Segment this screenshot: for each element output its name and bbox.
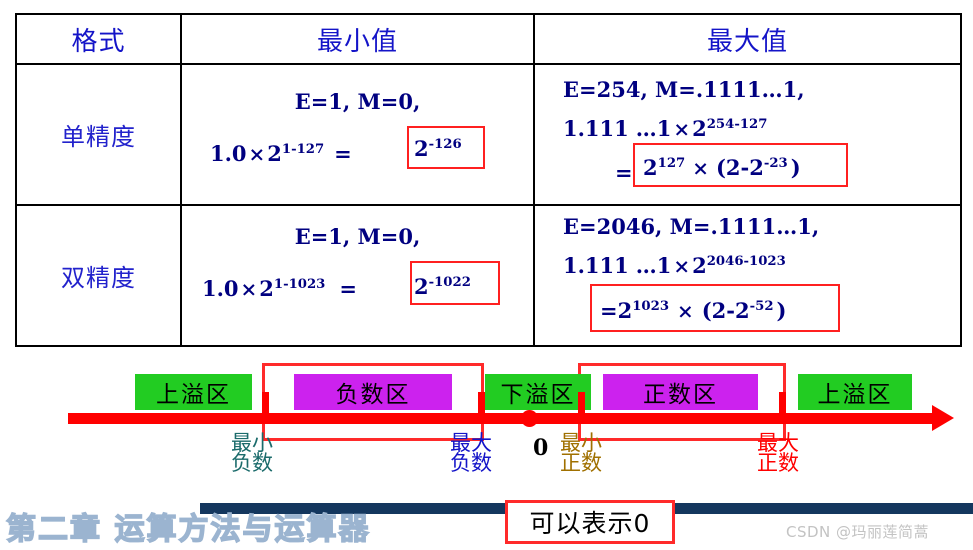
axis-arrow-icon [932, 405, 954, 431]
cell-max-double: E=2046, M=.1111…1, 1.111 …1 ×22046-1023 =2… [533, 204, 962, 347]
zone-negative: 负数区 [294, 374, 452, 410]
chapter-watermark: 第二章 运算方法与运算器 [5, 511, 371, 547]
tick-min-positive [578, 392, 585, 418]
format-label-single: 单精度 [61, 123, 136, 151]
multiply-sign: × [692, 156, 709, 180]
multiply-sign: × [673, 254, 691, 278]
cell-min-single: E=1, M=0, 1.0 ×21-127 = 2-126 [180, 63, 535, 206]
tick-max-negative [478, 392, 485, 418]
multiply-sign: × [673, 117, 691, 141]
float-range-table: 格式 最小值 最大值 单精度 E=1, M=0, 1.0 ×21-127 = 2… [15, 13, 962, 347]
zone-overflow-left: 上溢区 [135, 374, 252, 410]
table-row: 单精度 E=1, M=0, 1.0 ×21-127 = 2-126 E=254,… [15, 63, 962, 206]
single-max-eq: = [615, 160, 633, 185]
multiply-sign: × [248, 142, 266, 166]
number-axis [68, 413, 934, 424]
multiply-sign: × [677, 299, 694, 323]
header-label-min: 最小值 [316, 26, 398, 57]
zero-dot-icon [521, 410, 538, 427]
tick-min-negative [262, 392, 269, 418]
cell-format-double: 双精度 [15, 204, 182, 347]
format-label-double: 双精度 [61, 264, 136, 292]
double-max-line2: 1.111 …1 ×22046-1023 [563, 253, 786, 278]
footer-note-box: 可以表示0 [505, 500, 675, 544]
label-max-positive: 最大 正数 [757, 431, 799, 475]
zone-overflow-right: 上溢区 [798, 374, 912, 410]
zone-positive: 正数区 [603, 374, 758, 410]
table-header-row: 格式 最小值 最大值 [15, 13, 962, 65]
highlight-box-single-min: 2-126 [407, 126, 485, 169]
cell-min-double: E=1, M=0, 1.0 ×21-1023 = 2-1022 [180, 204, 535, 347]
single-max-line1: E=254, M=.1111…1, [563, 77, 805, 102]
footer-note-label: 可以表示0 [529, 509, 651, 538]
table-row: 双精度 E=1, M=0, 1.0 ×21-1023 = 2-1022 E=20… [15, 204, 962, 347]
header-cell-max: 最大值 [533, 13, 962, 65]
cell-max-single: E=254, M=.1111…1, 1.111 …1 ×2254-127 = 212… [533, 63, 962, 206]
highlight-box-double-min: 2-1022 [410, 261, 500, 305]
double-min-line1: E=1, M=0, [294, 224, 421, 249]
single-min-line2: 1.0 ×21-127 = [210, 141, 352, 166]
label-min-negative: 最小 负数 [231, 431, 273, 475]
single-max-line2: 1.111 …1 ×2254-127 [563, 116, 768, 141]
multiply-sign: × [240, 277, 258, 301]
cell-format-single: 单精度 [15, 63, 182, 206]
single-min-line1: E=1, M=0, [294, 89, 421, 114]
zero-label: 0 [533, 435, 549, 461]
csdn-watermark: CSDN @玛丽莲简蒿 [786, 523, 930, 541]
zone-underflow: 下溢区 [485, 374, 591, 410]
header-label-max: 最大值 [706, 26, 788, 57]
double-min-line2: 1.0 ×21-1023 = [202, 276, 357, 301]
double-max-line1: E=2046, M=.1111…1, [563, 214, 820, 239]
tick-max-positive [779, 392, 786, 418]
header-cell-min: 最小值 [180, 13, 535, 65]
header-label-format: 格式 [71, 26, 126, 57]
slide-canvas: 格式 最小值 最大值 单精度 E=1, M=0, 1.0 ×21-127 = 2… [0, 0, 973, 550]
highlight-box-double-max: =21023 × (2-2-52) [590, 284, 840, 332]
header-cell-format: 格式 [15, 13, 182, 65]
highlight-box-single-max: 2127 × (2-2-23) [633, 143, 848, 187]
label-min-positive: 最小 正数 [560, 431, 602, 475]
label-max-negative: 最大 负数 [450, 431, 492, 475]
